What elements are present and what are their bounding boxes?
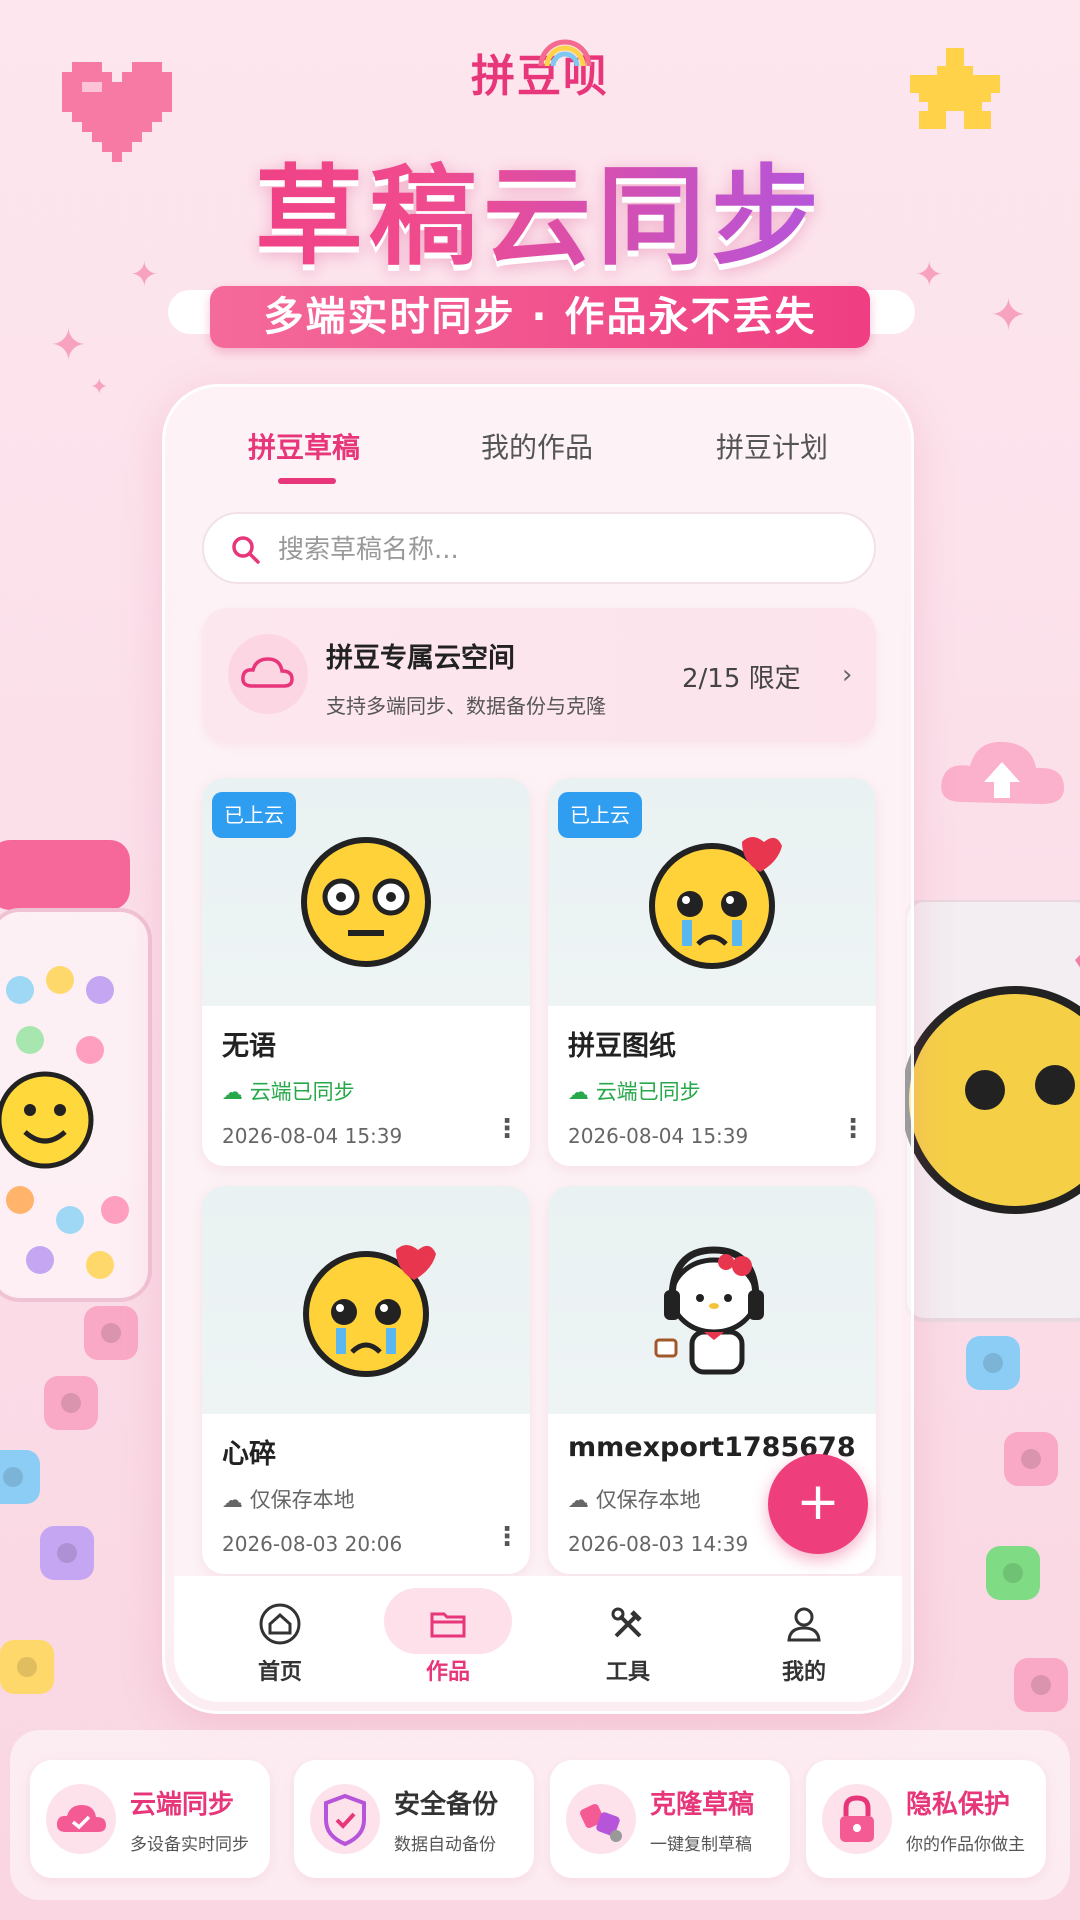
more-options-icon[interactable]: ⋮ xyxy=(494,1114,520,1144)
sparkle-icon: ✦ xyxy=(990,290,1027,341)
bead-decoration xyxy=(84,1306,138,1360)
nav-label: 作品 xyxy=(425,1660,470,1685)
nav-me[interactable]: 我的 xyxy=(744,1602,864,1686)
cloud-check-icon: ☁ xyxy=(568,1080,589,1104)
draft-date: 2026-08-03 20:06 xyxy=(222,1532,403,1556)
draft-name: 拼豆图纸 xyxy=(568,1031,676,1062)
bead-decoration xyxy=(966,1336,1020,1390)
draft-date: 2026-08-04 15:39 xyxy=(222,1124,403,1148)
tab-drafts[interactable]: 拼豆草稿 xyxy=(248,426,360,466)
sync-status-label: 云端已同步 xyxy=(595,1080,701,1104)
sync-status: ☁ 云端已同步 xyxy=(568,1076,701,1106)
tab-bar: 拼豆草稿 我的作品 拼豆计划 xyxy=(174,426,902,486)
cloud-badge: 已上云 xyxy=(558,792,642,838)
tab-plans[interactable]: 拼豆计划 xyxy=(716,426,828,466)
nav-home[interactable]: 首页 xyxy=(220,1602,340,1686)
bottom-nav: 首页 作品 工具 我的 xyxy=(174,1576,902,1702)
feature-desc: 多设备实时同步 xyxy=(130,1835,249,1855)
search-bar xyxy=(202,512,876,584)
clone-icon xyxy=(566,1784,636,1854)
feature-privacy: 隐私保护 你的作品你做主 xyxy=(806,1760,1046,1878)
sync-status-label: 仅保存本地 xyxy=(595,1488,701,1512)
feature-desc: 你的作品你做主 xyxy=(906,1835,1025,1855)
sync-status: ☁ 仅保存本地 xyxy=(568,1484,701,1514)
sync-status: ☁ 云端已同步 xyxy=(222,1076,355,1106)
feature-clone: 克隆草稿 一键复制草稿 xyxy=(550,1760,790,1878)
tools-icon xyxy=(611,1607,642,1638)
shield-check-icon xyxy=(310,1784,380,1854)
cloud-upload-decoration-icon xyxy=(941,741,1064,804)
bead-decoration xyxy=(1004,1432,1058,1486)
draft-date: 2026-08-03 14:39 xyxy=(568,1532,749,1556)
crying-heartbroken-face-icon xyxy=(303,1245,436,1377)
bead-decoration xyxy=(44,1376,98,1430)
feature-title: 云端同步 xyxy=(130,1790,235,1820)
feature-backup: 安全备份 数据自动备份 xyxy=(294,1760,534,1878)
app-screen: 拼豆草稿 我的作品 拼豆计划 拼豆专属云空间 支持多端同步、数据备份与克隆 2/… xyxy=(174,396,902,1702)
nav-works[interactable]: 作品 xyxy=(388,1602,508,1686)
hero-subtitle: 多端实时同步 · 作品永不丢失 xyxy=(210,286,870,348)
feature-title: 克隆草稿 xyxy=(650,1790,755,1820)
feature-strip: 云端同步 多设备实时同步 安全备份 数据自动备份 克隆草稿 一键复制草稿 隐私保… xyxy=(10,1730,1070,1900)
cloud-icon-circle xyxy=(228,634,308,714)
sparkle-icon: ✦ xyxy=(50,320,87,371)
feature-title: 隐私保护 xyxy=(906,1790,1011,1820)
tab-my-works[interactable]: 我的作品 xyxy=(481,426,593,466)
cloud-check-icon: ☁ xyxy=(222,1080,243,1104)
search-input[interactable] xyxy=(278,526,838,574)
draft-card[interactable]: 已上云 拼豆图纸 ☁ 云端已同步 2026-08-04 15:39 ⋮ xyxy=(548,778,876,1166)
more-options-icon[interactable]: ⋮ xyxy=(494,1522,520,1552)
search-icon xyxy=(232,536,260,564)
bead-decoration xyxy=(0,1450,40,1504)
draft-card[interactable]: 心碎 ☁ 仅保存本地 2026-08-03 20:06 ⋮ xyxy=(202,1186,530,1574)
bead-decoration xyxy=(986,1546,1040,1600)
add-draft-button[interactable]: + xyxy=(768,1454,868,1554)
feature-cloud-sync: 云端同步 多设备实时同步 xyxy=(30,1760,270,1878)
cloud-space-title: 拼豆专属云空间 xyxy=(326,643,515,674)
cloud-icon xyxy=(241,657,294,688)
feature-title: 安全备份 xyxy=(394,1790,499,1820)
crying-heartbroken-face-icon xyxy=(649,837,782,969)
sparkle-icon: ✦ xyxy=(90,375,109,400)
cloud-check-icon xyxy=(46,1784,116,1854)
bead-decoration xyxy=(1014,1658,1068,1712)
cloud-outline-icon: ☁ xyxy=(568,1488,589,1512)
bead-board-decoration-icon xyxy=(905,900,1080,1322)
cloud-space-description: 支持多端同步、数据备份与克隆 xyxy=(326,694,606,718)
draft-card[interactable]: 已上云 无语 ☁ 云端已同步 2026-08-04 15:39 ⋮ xyxy=(202,778,530,1166)
feature-desc: 一键复制草稿 xyxy=(650,1835,752,1855)
kitty-headphones-icon xyxy=(654,1246,764,1375)
hero-title: 草稿云同步 xyxy=(0,130,1080,286)
folder-icon xyxy=(430,1612,466,1638)
speechless-face-icon xyxy=(301,837,431,967)
bead-decoration xyxy=(0,1640,54,1694)
active-tab-indicator xyxy=(278,478,336,484)
feature-desc: 数据自动备份 xyxy=(394,1835,496,1855)
more-options-icon[interactable]: ⋮ xyxy=(840,1114,866,1144)
draft-name: 无语 xyxy=(222,1031,276,1062)
chevron-right-icon: › xyxy=(842,660,853,690)
sync-status-label: 仅保存本地 xyxy=(249,1488,355,1512)
sync-status-label: 云端已同步 xyxy=(249,1080,355,1104)
lock-icon xyxy=(822,1784,892,1854)
cloud-space-banner[interactable]: 拼豆专属云空间 支持多端同步、数据备份与克隆 2/15 限定 › xyxy=(202,608,876,742)
rainbow-icon xyxy=(538,39,592,67)
user-icon xyxy=(787,1607,821,1642)
nav-label: 我的 xyxy=(781,1660,826,1685)
sync-status: ☁ 仅保存本地 xyxy=(222,1484,355,1514)
nav-label: 首页 xyxy=(257,1660,302,1685)
cloud-badge: 已上云 xyxy=(212,792,296,838)
draft-date: 2026-08-04 15:39 xyxy=(568,1124,749,1148)
cloud-outline-icon: ☁ xyxy=(222,1488,243,1512)
cloud-space-quota: 2/15 限定 xyxy=(682,664,801,694)
nav-label: 工具 xyxy=(605,1660,650,1685)
draft-name: 心碎 xyxy=(222,1439,276,1470)
home-icon xyxy=(259,1603,301,1645)
nav-tools[interactable]: 工具 xyxy=(568,1602,688,1686)
bead-decoration xyxy=(40,1526,94,1580)
bead-jar-decoration-icon xyxy=(0,840,152,1302)
